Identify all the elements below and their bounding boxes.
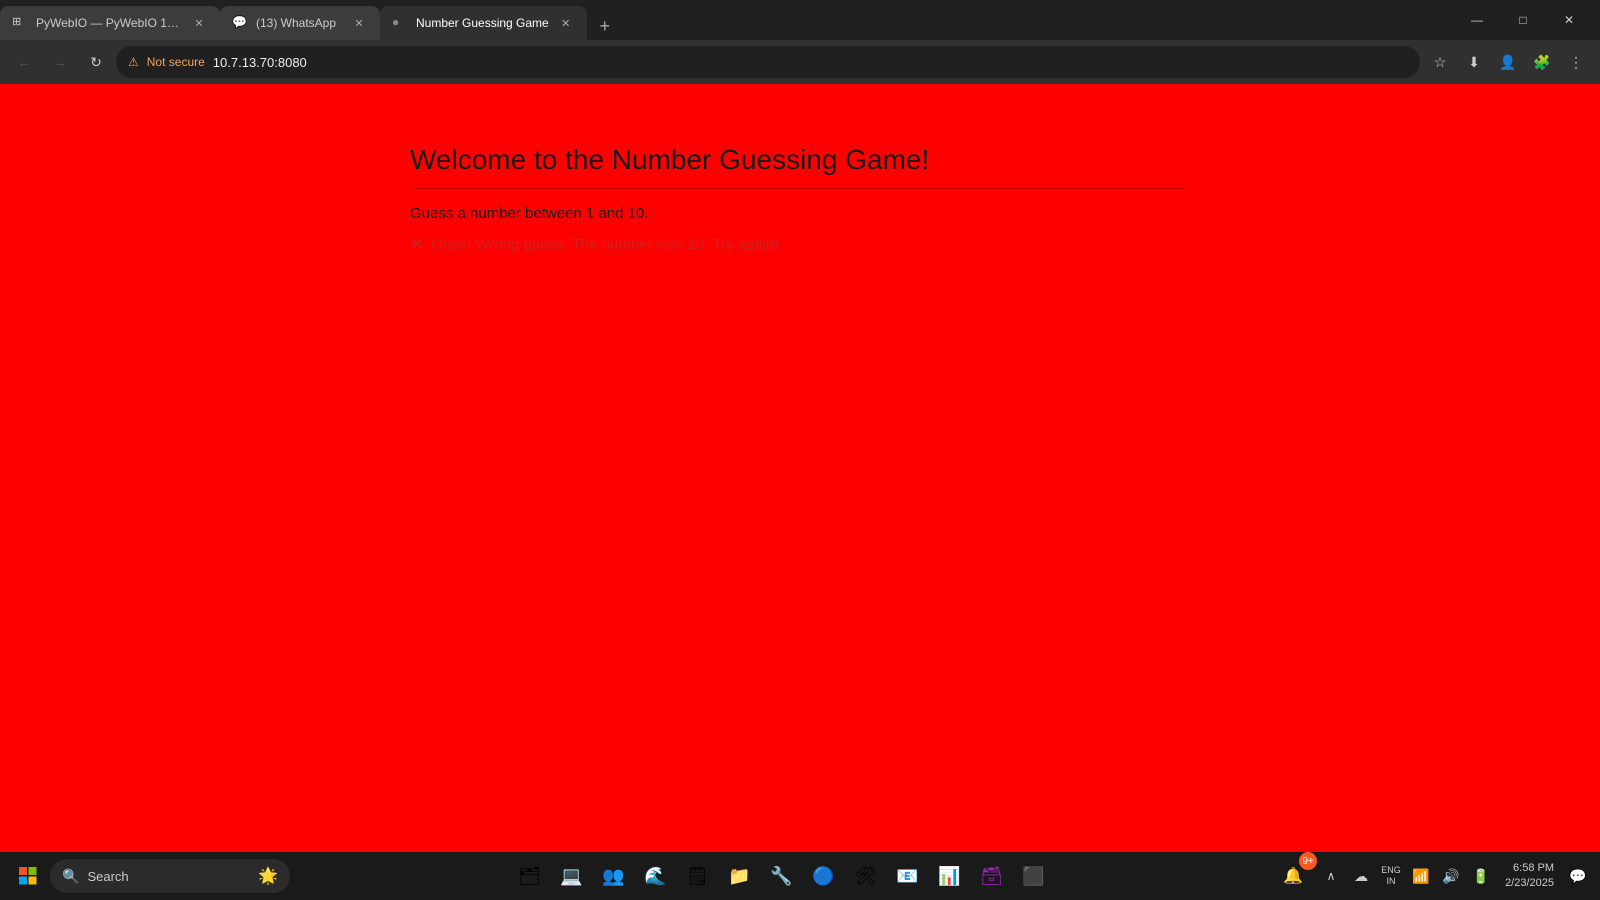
- system-clock[interactable]: 6:58 PM 2/23/2025: [1499, 861, 1560, 892]
- taskbar-powerpoint-icon[interactable]: 📊: [930, 856, 970, 896]
- security-warning-icon: ⚠: [128, 55, 139, 69]
- guess-prompt: Guess a number between 1 and 10.: [410, 205, 1190, 222]
- bookmark-button[interactable]: ☆: [1424, 46, 1456, 78]
- taskbar-files-icon[interactable]: 🗂: [510, 856, 550, 896]
- taskbar-explorer-icon[interactable]: 🗃: [972, 856, 1012, 896]
- taskbar-terminal-icon[interactable]: ⬛: [1014, 856, 1054, 896]
- new-tab-button[interactable]: +: [591, 12, 619, 40]
- taskbar-tool1-icon[interactable]: 🔧: [762, 856, 802, 896]
- clock-time: 6:58 PM: [1513, 861, 1554, 876]
- taskbar-search-icon2: 🌟: [258, 866, 278, 886]
- page-content: Welcome to the Number Guessing Game! Gue…: [0, 84, 1600, 852]
- taskbar-notepad-icon[interactable]: 🗒: [678, 856, 718, 896]
- error-icon: ✕: [410, 234, 423, 254]
- taskbar-vscode-icon[interactable]: 💻: [552, 856, 592, 896]
- title-bar: ⊞ PyWebIO — PyWebIO 1.8.3 doc... ✕ 💬 (13…: [0, 0, 1600, 40]
- taskbar-teams-icon[interactable]: 👥: [594, 856, 634, 896]
- notification-badge: 9+: [1299, 852, 1317, 870]
- tab-close-numguess[interactable]: ✕: [557, 14, 575, 32]
- taskbar-chrome-icon[interactable]: 🔵: [804, 856, 844, 896]
- tab-close-whatsapp[interactable]: ✕: [350, 14, 368, 32]
- back-button[interactable]: ←: [8, 46, 40, 78]
- taskbar-folder-icon[interactable]: 📁: [720, 856, 760, 896]
- forward-button[interactable]: →: [44, 46, 76, 78]
- tab-favicon-pywebio: ⊞: [12, 15, 28, 31]
- tab-favicon-numguess: ●: [392, 15, 408, 31]
- tray-battery-icon[interactable]: 🔋: [1467, 856, 1495, 896]
- tab-close-pywebio[interactable]: ✕: [190, 14, 208, 32]
- notification-center-button[interactable]: 💬: [1564, 856, 1592, 896]
- tab-title-numguess: Number Guessing Game: [416, 16, 549, 30]
- tab-bar: ⊞ PyWebIO — PyWebIO 1.8.3 doc... ✕ 💬 (13…: [0, 0, 1446, 40]
- tray-wifi-icon[interactable]: 📶: [1407, 856, 1435, 896]
- taskbar-notification-icon[interactable]: 🔔 9+: [1273, 856, 1313, 896]
- window-controls: — □ ✕: [1446, 0, 1600, 40]
- page-title: Welcome to the Number Guessing Game!: [410, 144, 1190, 189]
- profile-button[interactable]: 👤: [1492, 46, 1524, 78]
- start-button[interactable]: [8, 856, 48, 896]
- windows-logo-icon: [19, 867, 37, 885]
- tray-language-label[interactable]: ENG IN: [1377, 856, 1405, 896]
- tab-title-pywebio: PyWebIO — PyWebIO 1.8.3 doc...: [36, 16, 182, 30]
- tab-numguess[interactable]: ● Number Guessing Game ✕: [380, 6, 587, 40]
- tab-pywebio[interactable]: ⊞ PyWebIO — PyWebIO 1.8.3 doc... ✕: [0, 6, 220, 40]
- taskbar-apps: 🗂 💻 👥 🌊 🗒 📁 🔧 🔵: [292, 856, 1271, 896]
- taskbar-search-label: Search: [87, 869, 128, 884]
- taskbar-search-icon: 🔍: [62, 868, 79, 885]
- tab-whatsapp[interactable]: 💬 (13) WhatsApp ✕: [220, 6, 380, 40]
- taskbar-outlook-icon[interactable]: 📧: [888, 856, 928, 896]
- security-label: Not secure: [147, 55, 205, 69]
- browser-window: ⊞ PyWebIO — PyWebIO 1.8.3 doc... ✕ 💬 (13…: [0, 0, 1600, 900]
- page-inner: Welcome to the Number Guessing Game! Gue…: [390, 144, 1210, 254]
- url-text: 10.7.13.70:8080: [213, 55, 1408, 70]
- system-tray: ∧ ☁ ENG IN 📶 🔊 🔋: [1317, 856, 1495, 896]
- error-text: Oops! Wrong guess. The number was 10. Tr…: [431, 236, 778, 253]
- taskbar-edge-icon[interactable]: 🌊: [636, 856, 676, 896]
- clock-date: 2/23/2025: [1505, 876, 1554, 891]
- taskbar-right: 🔔 9+ ∧ ☁ ENG IN 📶 🔊 🔋 6:58 PM 2/23/2025 …: [1273, 856, 1592, 896]
- taskbar-tool2-icon[interactable]: 🛠: [846, 856, 886, 896]
- refresh-button[interactable]: ↻: [80, 46, 112, 78]
- error-message: ✕ Oops! Wrong guess. The number was 10. …: [410, 234, 1190, 254]
- downloads-button[interactable]: ⬇: [1458, 46, 1490, 78]
- taskbar: 🔍 Search 🌟 🗂 💻 👥 🌊 🗒 📁: [0, 852, 1600, 900]
- tray-expand-button[interactable]: ∧: [1317, 856, 1345, 896]
- nav-right-icons: ☆ ⬇ 👤 🧩 ⋮: [1424, 46, 1592, 78]
- extensions-button[interactable]: 🧩: [1526, 46, 1558, 78]
- navigation-bar: ← → ↻ ⚠ Not secure 10.7.13.70:8080 ☆ ⬇ 👤…: [0, 40, 1600, 84]
- tray-cloud-icon[interactable]: ☁: [1347, 856, 1375, 896]
- maximize-button[interactable]: □: [1500, 0, 1546, 40]
- settings-button[interactable]: ⋮: [1560, 46, 1592, 78]
- minimize-button[interactable]: —: [1454, 0, 1500, 40]
- address-bar[interactable]: ⚠ Not secure 10.7.13.70:8080: [116, 46, 1420, 78]
- tab-title-whatsapp: (13) WhatsApp: [256, 16, 342, 30]
- close-button[interactable]: ✕: [1546, 0, 1592, 40]
- tab-favicon-whatsapp: 💬: [232, 15, 248, 31]
- taskbar-search-bar[interactable]: 🔍 Search 🌟: [50, 859, 290, 893]
- tray-volume-icon[interactable]: 🔊: [1437, 856, 1465, 896]
